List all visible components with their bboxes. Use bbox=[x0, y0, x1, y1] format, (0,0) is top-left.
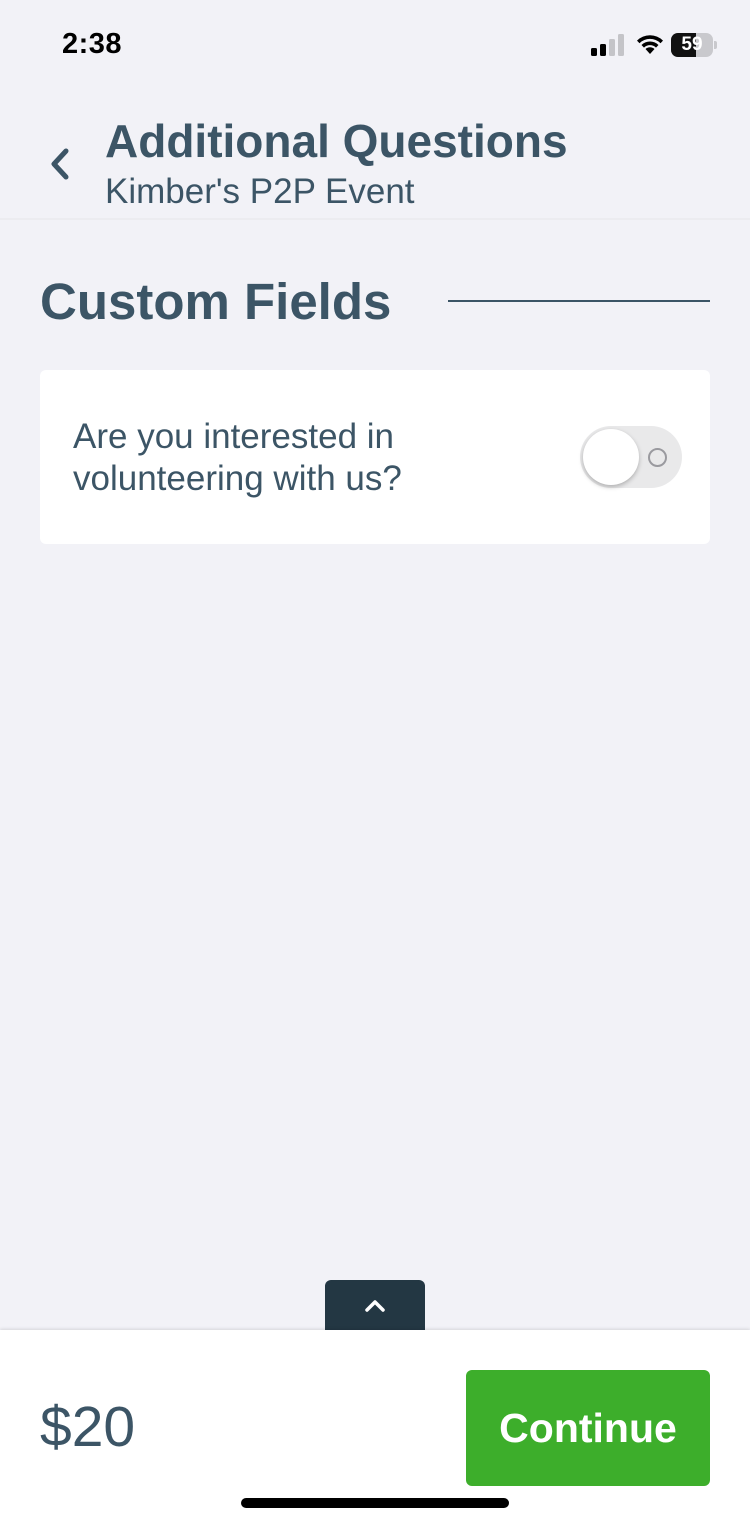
chevron-left-icon bbox=[51, 148, 69, 180]
wifi-icon bbox=[637, 35, 663, 54]
status-time: 2:38 bbox=[62, 28, 123, 60]
home-indicator bbox=[241, 1498, 509, 1508]
header-divider bbox=[0, 218, 750, 220]
toggle-knob bbox=[583, 429, 639, 485]
screen: 2:38 59 Additional Questions Kimber's P2… bbox=[0, 0, 750, 1524]
page-subtitle: Kimber's P2P Event bbox=[105, 172, 415, 211]
header: Additional Questions Kimber's P2P Event bbox=[0, 90, 750, 220]
back-button[interactable] bbox=[40, 142, 80, 186]
page-title: Additional Questions bbox=[105, 115, 568, 167]
toggle-off-indicator-icon bbox=[648, 448, 667, 467]
battery-icon: 59 bbox=[671, 33, 717, 57]
volunteer-toggle[interactable] bbox=[580, 426, 682, 488]
battery-level: 59 bbox=[681, 34, 703, 55]
custom-field-card: Are you interested in volunteering with … bbox=[40, 370, 710, 544]
expand-summary-button[interactable] bbox=[325, 1280, 425, 1332]
total-amount: $20 bbox=[40, 1395, 136, 1459]
status-bar: 2:38 59 bbox=[0, 0, 750, 90]
section-title: Custom Fields bbox=[40, 273, 392, 330]
cellular-signal-icon bbox=[591, 34, 624, 56]
continue-button[interactable]: Continue bbox=[466, 1370, 710, 1486]
battery-body: 59 bbox=[671, 33, 713, 57]
chevron-up-icon bbox=[365, 1300, 385, 1312]
section-divider bbox=[448, 300, 710, 302]
battery-cap bbox=[714, 41, 717, 49]
custom-field-label: Are you interested in volunteering with … bbox=[73, 417, 402, 498]
bottom-bar: $20 Continue bbox=[0, 1330, 750, 1524]
